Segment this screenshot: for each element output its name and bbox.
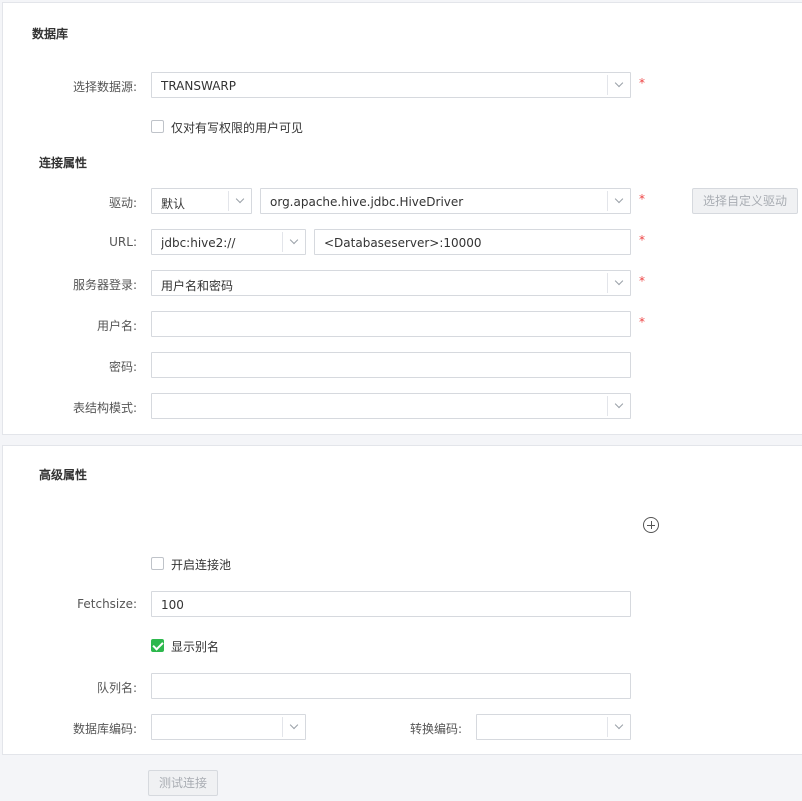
- fetchsize-value: 100: [161, 598, 184, 612]
- chevron-down-icon: [607, 75, 630, 95]
- driver-label-wrap: 驱动:: [3, 188, 143, 214]
- queue-name-input[interactable]: [151, 673, 631, 699]
- password-label: 密码:: [108, 360, 137, 374]
- driver-label: 驱动:: [108, 196, 137, 210]
- chevron-down-icon: [282, 717, 305, 737]
- queue-name-label: 队列名:: [96, 681, 137, 695]
- server-login-label-wrap: 服务器登录:: [3, 270, 143, 296]
- datasource-label-wrap: 选择数据源:: [3, 72, 143, 98]
- show-alias-label: 显示别名: [171, 640, 220, 654]
- chevron-down-icon: [228, 191, 251, 211]
- db-encoding-select[interactable]: [151, 714, 306, 740]
- driver-class-select[interactable]: org.apache.hive.jdbc.HiveDriver: [260, 188, 631, 214]
- schema-label: 表结构模式:: [72, 401, 137, 415]
- server-login-label: 服务器登录:: [72, 278, 137, 292]
- username-label-wrap: 用户名:: [3, 311, 143, 337]
- connection-section-title: 连接属性: [39, 156, 88, 170]
- advanced-panel: 高级属性 开启连接池 Fetchsize: 100 显示别名 队列名: 数据库编…: [2, 445, 802, 755]
- datasource-select[interactable]: TRANSWARP: [151, 72, 631, 98]
- password-label-wrap: 密码:: [3, 352, 143, 378]
- chevron-down-icon: [282, 232, 305, 252]
- fetchsize-label: Fetchsize:: [77, 597, 137, 611]
- fetchsize-label-wrap: Fetchsize:: [3, 591, 143, 617]
- test-connection-button[interactable]: 测试连接: [148, 770, 218, 796]
- url-label: URL:: [109, 235, 137, 249]
- driver-mode-value: 默认: [161, 197, 186, 211]
- url-prefix-value: jdbc:hive2://: [161, 236, 236, 250]
- custom-driver-button[interactable]: 选择自定义驱动: [692, 188, 798, 214]
- url-label-wrap: URL:: [3, 229, 143, 255]
- convert-encoding-select[interactable]: [476, 714, 631, 740]
- url-host-input[interactable]: <Databaseserver>:10000: [314, 229, 631, 255]
- required-mark: *: [639, 274, 645, 288]
- username-input[interactable]: [151, 311, 631, 337]
- connection-pool-checkbox[interactable]: [151, 557, 164, 570]
- username-label: 用户名:: [96, 319, 137, 333]
- database-panel: 数据库 选择数据源: TRANSWARP * 仅对有写权限的用户可见 连接属性 …: [2, 2, 802, 435]
- database-section-title: 数据库: [32, 27, 69, 41]
- required-mark: *: [639, 76, 645, 90]
- chevron-down-icon: [607, 396, 630, 416]
- required-mark: *: [639, 192, 645, 206]
- schema-select[interactable]: [151, 393, 631, 419]
- db-encoding-label-wrap: 数据库编码:: [3, 714, 143, 740]
- show-alias-checkbox[interactable]: [151, 639, 164, 652]
- db-encoding-label: 数据库编码:: [72, 722, 137, 736]
- url-host-value: <Databaseserver>:10000: [324, 236, 482, 250]
- chevron-down-icon: [607, 717, 630, 737]
- password-input[interactable]: [151, 352, 631, 378]
- queue-name-label-wrap: 队列名:: [3, 673, 143, 699]
- advanced-section-title: 高级属性: [39, 468, 88, 482]
- chevron-down-icon: [607, 191, 630, 211]
- convert-encoding-label-wrap: 转换编码:: [328, 714, 468, 740]
- required-mark: *: [639, 315, 645, 329]
- connection-pool-label: 开启连接池: [171, 558, 232, 572]
- driver-mode-select[interactable]: 默认: [151, 188, 252, 214]
- schema-label-wrap: 表结构模式:: [3, 393, 143, 419]
- convert-encoding-label: 转换编码:: [409, 722, 462, 736]
- datasource-label: 选择数据源:: [72, 80, 137, 94]
- plus-circle-icon[interactable]: [643, 517, 659, 533]
- required-mark: *: [639, 233, 645, 247]
- chevron-down-icon: [607, 273, 630, 293]
- url-prefix-select[interactable]: jdbc:hive2://: [151, 229, 306, 255]
- fetchsize-input[interactable]: 100: [151, 591, 631, 617]
- write-permission-label: 仅对有写权限的用户可见: [171, 121, 304, 135]
- server-login-select[interactable]: 用户名和密码: [151, 270, 631, 296]
- write-permission-checkbox[interactable]: [151, 120, 164, 133]
- server-login-value: 用户名和密码: [161, 279, 234, 293]
- driver-class-value: org.apache.hive.jdbc.HiveDriver: [270, 195, 464, 209]
- datasource-value: TRANSWARP: [161, 79, 236, 93]
